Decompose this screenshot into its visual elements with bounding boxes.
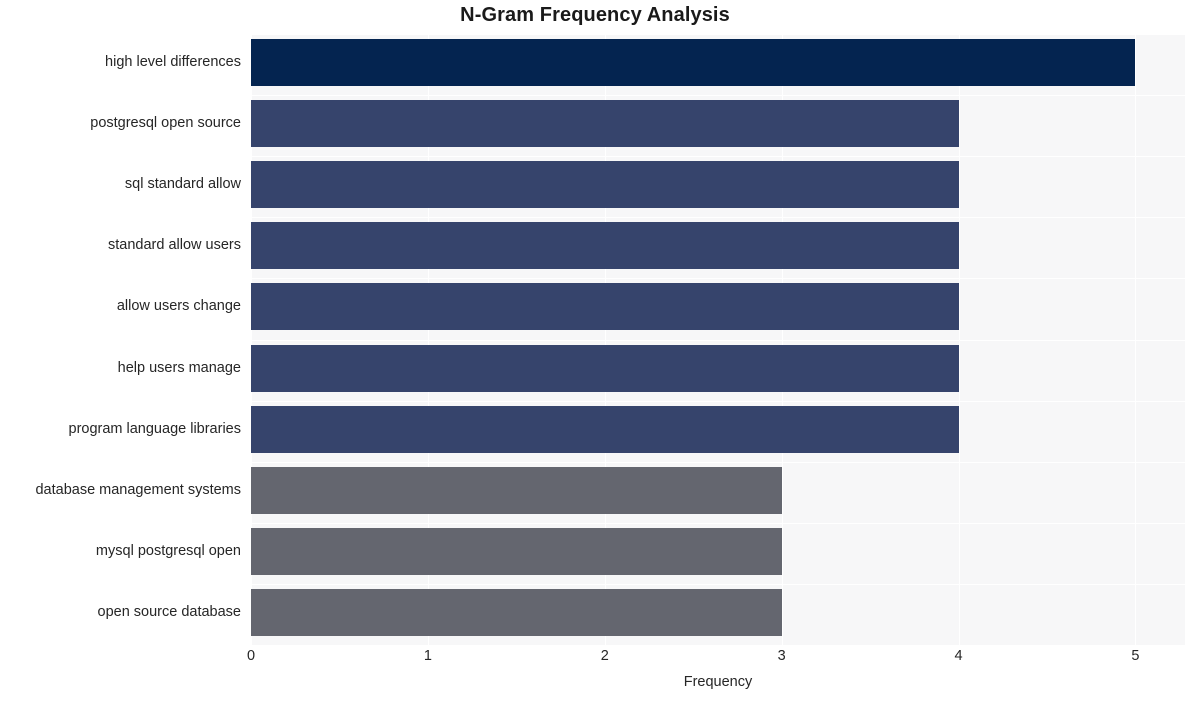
y-axis-tick-label: mysql postgresql open <box>95 542 241 559</box>
bar-row <box>251 95 1185 152</box>
bar-row <box>251 523 1185 580</box>
x-axis-title: Frequency <box>683 674 753 690</box>
bar-row <box>251 462 1185 519</box>
bar[interactable] <box>251 222 959 270</box>
y-axis-tick-labels: high level differences postgresql open so… <box>0 34 241 645</box>
x-axis-tick-label: 2 <box>600 648 609 664</box>
bar-row <box>251 34 1185 91</box>
y-axis-tick-label: allow users change <box>116 298 241 315</box>
x-axis-tick-labels: 0 1 2 3 4 5 <box>0 648 1190 670</box>
bar[interactable] <box>251 283 959 331</box>
horizontal-gridline <box>251 645 1185 646</box>
y-axis-tick-label: standard allow users <box>108 237 241 254</box>
bar-row <box>251 217 1185 274</box>
bar[interactable] <box>251 527 782 575</box>
y-axis-tick-label: open source database <box>97 603 242 620</box>
bars-layer <box>251 34 1185 645</box>
bar[interactable] <box>251 466 782 514</box>
bar[interactable] <box>251 405 959 453</box>
bar-row <box>251 340 1185 397</box>
chart-figure: N-Gram Frequency Analysis high level dif… <box>0 0 1190 701</box>
bar[interactable] <box>251 100 959 148</box>
bar-row <box>251 584 1185 641</box>
bar[interactable] <box>251 344 959 392</box>
bar-row <box>251 156 1185 213</box>
bar[interactable] <box>251 39 1136 86</box>
y-axis-tick-label: high level differences <box>105 54 241 70</box>
x-axis-tick-label: 4 <box>954 648 963 664</box>
bar[interactable] <box>251 588 782 636</box>
y-axis-tick-label: sql standard allow <box>124 176 241 193</box>
y-axis-tick-label: database management systems <box>35 481 241 498</box>
bar-row <box>251 278 1185 335</box>
x-axis-tick-label: 1 <box>423 648 432 664</box>
x-axis-tick-label: 3 <box>777 648 786 664</box>
bar-row <box>251 401 1185 458</box>
x-axis-tick-label: 0 <box>246 648 256 664</box>
plot-area <box>251 34 1185 646</box>
x-axis-tick-label: 5 <box>1131 648 1140 664</box>
chart-title: N-Gram Frequency Analysis <box>460 4 730 26</box>
bar[interactable] <box>251 161 959 209</box>
y-axis-tick-label: program language libraries <box>68 420 242 437</box>
y-axis-tick-label: postgresql open source <box>90 115 241 132</box>
y-axis-tick-label: help users manage <box>117 359 241 376</box>
